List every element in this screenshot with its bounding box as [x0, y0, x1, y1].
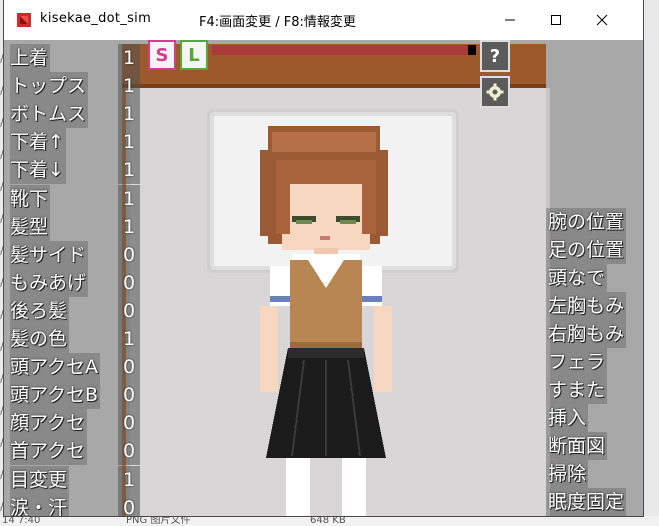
- background-date: 14 7:40: [2, 516, 41, 526]
- load-button[interactable]: L: [180, 40, 208, 70]
- outfit-option-label: 髪の色: [10, 325, 70, 353]
- outfit-option[interactable]: 涙・汗 0: [4, 493, 144, 516]
- outfit-option[interactable]: 髪サイド 0: [4, 240, 144, 269]
- outfit-option[interactable]: 下着↓ 1: [4, 156, 144, 185]
- outfit-option-label: ボトムス: [10, 100, 89, 129]
- outfit-option-value[interactable]: 0: [118, 437, 140, 466]
- save-button[interactable]: S: [148, 40, 176, 70]
- minimize-icon: [505, 19, 515, 21]
- outfit-option[interactable]: 顔アクセ 0: [4, 409, 144, 438]
- outfit-option[interactable]: 髪の色 1: [4, 325, 144, 353]
- outfit-option[interactable]: ボトムス 1: [4, 100, 144, 129]
- action-option-label: 断面図: [546, 432, 608, 460]
- close-button[interactable]: [579, 0, 625, 40]
- outfit-option-value[interactable]: 1: [118, 128, 140, 157]
- gear-icon: [486, 83, 504, 101]
- action-option-label: 眠度固定: [546, 488, 627, 516]
- close-icon: [596, 14, 608, 26]
- action-option[interactable]: すまた: [544, 376, 643, 404]
- outfit-option-value[interactable]: 1: [118, 72, 140, 101]
- background-file-type: PNG 图片文件: [126, 516, 191, 526]
- outfit-option-label: トップス: [10, 72, 89, 101]
- action-option[interactable]: フェラ: [544, 348, 643, 376]
- outfit-option[interactable]: トップス 1: [4, 72, 144, 101]
- gauge-bar: [212, 45, 476, 55]
- action-option[interactable]: 腕の位置: [544, 208, 643, 236]
- window-title: kisekae_dot_sim: [40, 11, 152, 26]
- outfit-option-label: 髪型: [10, 212, 51, 241]
- outfit-option-label: 首アクセ: [10, 437, 88, 466]
- outfit-option[interactable]: 下着↑ 1: [4, 128, 144, 157]
- action-option-label: 左胸もみ: [546, 292, 627, 320]
- outfit-option-value[interactable]: 0: [118, 409, 140, 438]
- game-window: kisekae_dot_sim F4:画面変更 / F8:情報変更 S L ? …: [4, 0, 643, 516]
- outfit-option-label: 後ろ髪: [10, 296, 70, 325]
- action-option[interactable]: 掃除: [544, 460, 643, 488]
- outfit-option-value[interactable]: 0: [118, 240, 140, 269]
- maximize-button[interactable]: [533, 0, 579, 40]
- outfit-option-value[interactable]: 1: [118, 44, 140, 72]
- help-button[interactable]: ?: [480, 40, 510, 72]
- outfit-option-value[interactable]: 1: [118, 325, 140, 353]
- outfit-option[interactable]: 首アクセ 0: [4, 437, 144, 466]
- outfit-option-value[interactable]: 1: [118, 100, 140, 129]
- action-option-label: 掃除: [546, 460, 589, 488]
- action-option[interactable]: 右胸もみ: [544, 320, 643, 348]
- outfit-option-value[interactable]: 0: [118, 381, 140, 410]
- background-file-size: 648 KB: [310, 516, 346, 526]
- minimize-button[interactable]: [487, 0, 533, 40]
- game-canvas: S L ? 上着 1 トップス 1 ボトムス 1 下着↑ 1 下着↓ 1 靴下 1 髪型 1 髪サイド 0 もみ…: [4, 40, 643, 516]
- outfit-option[interactable]: もみあげ 0: [4, 268, 144, 297]
- maximize-icon: [551, 15, 561, 25]
- outfit-menu: 上着 1 トップス 1 ボトムス 1 下着↑ 1 下着↓ 1 靴下 1 髪型 1 髪サイド 0 もみあげ 0 後ろ髪…: [4, 40, 144, 516]
- action-option[interactable]: 断面図: [544, 432, 643, 460]
- action-option[interactable]: 眠度固定: [544, 488, 643, 516]
- outfit-option-label: 頭アクセB: [10, 381, 101, 410]
- outfit-option[interactable]: 後ろ髪 0: [4, 296, 144, 325]
- gauge-fill: [212, 45, 469, 55]
- outfit-option[interactable]: 上着 1: [4, 44, 144, 72]
- outfit-option-label: 下着↓: [10, 156, 66, 185]
- outfit-option-label: 目変更: [10, 465, 70, 494]
- outfit-option-value[interactable]: 1: [118, 184, 140, 213]
- outfit-option-value[interactable]: 1: [118, 465, 140, 494]
- outfit-option-value[interactable]: 0: [118, 268, 140, 297]
- outfit-option-value[interactable]: 0: [118, 353, 140, 382]
- action-option-label: 頭なで: [546, 264, 608, 292]
- character-sprite: [260, 126, 392, 516]
- settings-button[interactable]: [480, 76, 510, 108]
- action-option-label: 足の位置: [546, 236, 627, 264]
- outfit-option[interactable]: 髪型 1: [4, 212, 144, 241]
- action-option[interactable]: 左胸もみ: [544, 292, 643, 320]
- action-option-label: フェラ: [546, 348, 608, 376]
- outfit-option-label: 頭アクセA: [10, 353, 101, 382]
- action-option-label: すまた: [546, 376, 608, 404]
- outfit-option[interactable]: 頭アクセA 0: [4, 353, 144, 382]
- action-option-label: 腕の位置: [546, 208, 627, 236]
- outfit-option[interactable]: 靴下 1: [4, 184, 144, 213]
- action-option-label: 右胸もみ: [546, 320, 627, 348]
- action-option[interactable]: 頭なで: [544, 264, 643, 292]
- outfit-option-value[interactable]: 0: [118, 296, 140, 325]
- action-option[interactable]: 足の位置: [544, 236, 643, 264]
- outfit-option-label: 靴下: [10, 184, 51, 213]
- outfit-option[interactable]: 目変更 1: [4, 465, 144, 494]
- action-option[interactable]: 挿入: [544, 404, 643, 432]
- outfit-option-label: 顔アクセ: [10, 409, 88, 438]
- title-bar: kisekae_dot_sim F4:画面変更 / F8:情報変更: [4, 0, 643, 40]
- outfit-option-label: 下着↑: [10, 128, 66, 157]
- background-explorer-status: 14 7:40 PNG 图片文件 648 KB: [0, 516, 659, 526]
- outfit-option-label: もみあげ: [10, 268, 89, 297]
- outfit-option-label: 髪サイド: [10, 240, 89, 269]
- outfit-option-value[interactable]: 1: [118, 156, 140, 185]
- app-icon: [17, 13, 31, 27]
- outfit-option-label: 涙・汗: [10, 493, 70, 516]
- outfit-option-label: 上着: [10, 44, 51, 72]
- outfit-option-value[interactable]: 1: [118, 212, 140, 241]
- outfit-option-value[interactable]: 0: [118, 493, 140, 516]
- outfit-option[interactable]: 頭アクセB 0: [4, 381, 144, 410]
- action-option-label: 挿入: [546, 404, 589, 432]
- window-hint: F4:画面変更 / F8:情報変更: [199, 15, 356, 30]
